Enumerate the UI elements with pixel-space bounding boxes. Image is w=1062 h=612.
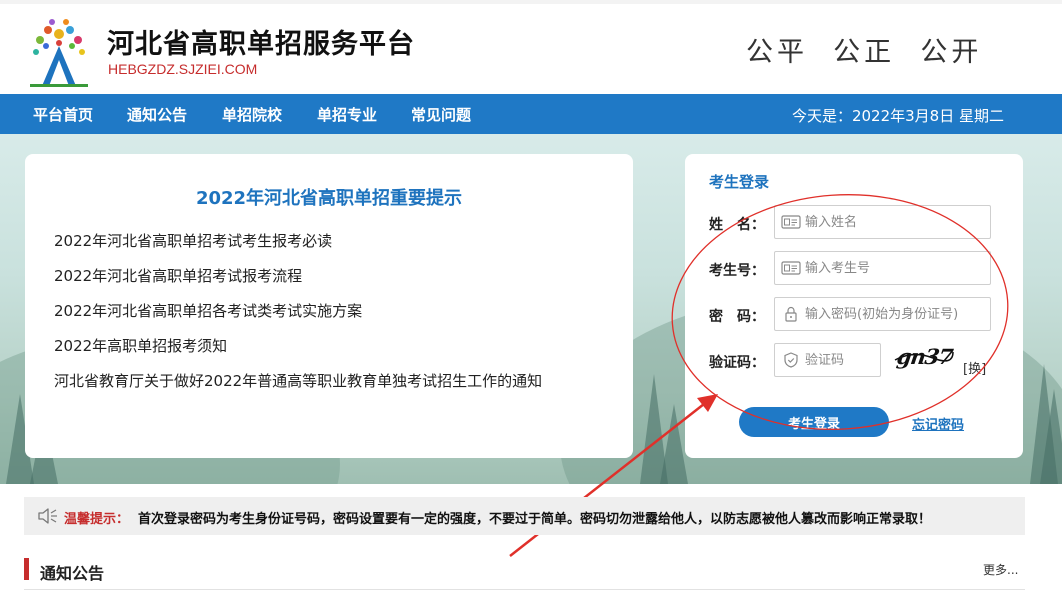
tip-text: 首次登录密码为考生身份证号码，密码设置要有一定的强度，不要过于简单。密码切勿泄露… [138,512,932,527]
captcha-input[interactable] [805,344,877,376]
nav-item-colleges[interactable]: 单招院校 [222,104,282,125]
captcha-label: 验证码： [709,355,765,371]
slogan: 公平 公正 公开 [746,37,983,68]
captcha-text: gn37 [895,344,954,369]
tree-shape [1040,389,1062,484]
tip-label: 温馨提示： [64,512,130,527]
notice-item[interactable]: 2022年河北省高职单招考试报考流程 [54,265,542,300]
captcha-image[interactable]: gn37 [893,342,955,372]
notice-title: 2022年河北省高职单招重要提示 [195,188,463,209]
site-url: HEBGZDZ.SJZIEI.COM [108,61,258,77]
shield-check-icon [784,352,798,368]
name-input[interactable] [805,206,987,238]
tree-people-logo-icon[interactable] [22,16,96,90]
notice-item[interactable]: 2022年高职单招报考须知 [54,335,542,370]
nav-item-home[interactable]: 平台首页 [33,104,93,125]
password-field[interactable] [774,297,991,331]
id-card-icon [781,261,801,275]
exam-number-label: 考生号： [709,263,765,279]
notice-list: 2022年河北省高职单招考试考生报考必读 2022年河北省高职单招考试报考流程 … [54,230,542,405]
nav-item-majors[interactable]: 单招专业 [317,104,377,125]
name-label: 姓 名： [709,217,765,233]
login-card: 考生登录 姓 名： 考生号： 密 码： 验证码： [685,154,1023,458]
main-nav: 平台首页 通知公告 单招院校 单招专业 常见问题 今天是：2022年3月8日 星… [0,94,1062,134]
notice-item[interactable]: 河北省教育厅关于做好2022年普通高等职业教育单独考试招生工作的通知 [54,370,542,405]
tree-shape [660,404,688,484]
nav-item-faq[interactable]: 常见问题 [411,104,471,125]
nav-item-notices[interactable]: 通知公告 [127,104,187,125]
id-card-icon [781,215,801,229]
notice-item[interactable]: 2022年河北省高职单招各考试类考试实施方案 [54,300,542,335]
password-label: 密 码： [709,309,765,325]
more-link[interactable]: 更多... [983,561,1018,578]
lock-icon [785,306,797,322]
speaker-icon [38,508,57,524]
current-date: 今天是：2022年3月8日 星期二 [791,107,1004,125]
captcha-field[interactable] [774,343,881,377]
site-title: 河北省高职单招服务平台 [107,29,415,60]
login-button[interactable]: 考生登录 [739,407,889,437]
refresh-captcha-link[interactable]: [换] [963,358,986,377]
section-title: 通知公告 [40,564,105,583]
section-marker [24,558,29,580]
tip-bar: 温馨提示： 首次登录密码为考生身份证号码，密码设置要有一定的强度，不要过于简单。… [24,497,1025,535]
section-divider [24,589,1025,590]
forgot-password-link[interactable]: 忘记密码 [912,414,964,433]
important-notice-card: 2022年河北省高职单招重要提示 2022年河北省高职单招考试考生报考必读 20… [25,154,633,458]
password-input[interactable] [805,298,987,330]
login-title: 考生登录 [709,173,770,191]
name-field[interactable] [774,205,991,239]
exam-number-input[interactable] [805,252,987,284]
exam-number-field[interactable] [774,251,991,285]
site-header: 河北省高职单招服务平台 HEBGZDZ.SJZIEI.COM 公平 公正 公开 [0,0,1062,94]
notice-item[interactable]: 2022年河北省高职单招考试考生报考必读 [54,230,542,265]
